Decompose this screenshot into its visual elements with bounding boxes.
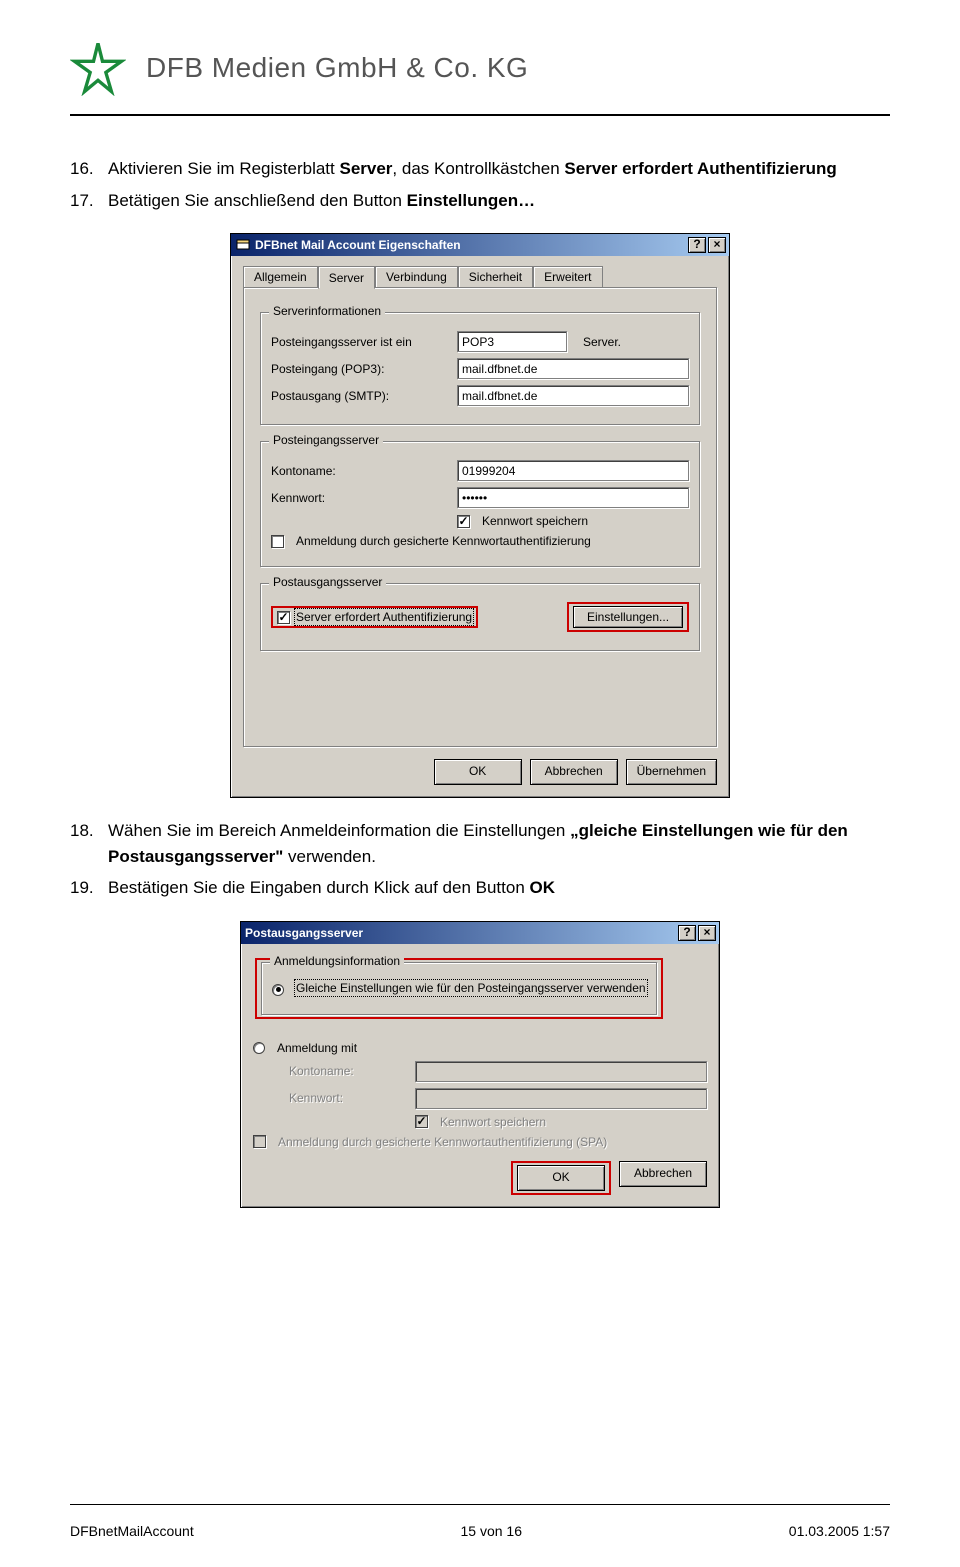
login-with-label: Anmeldung mit [277,1041,357,1055]
label-password: Kennwort: [289,1091,409,1105]
group-incoming: Posteingangsserver Kontoname: 01999204 K… [260,441,700,567]
smtp-input[interactable]: mail.dfbnet.de [457,385,689,406]
account-input-disabled [415,1061,707,1082]
spa-label: Anmeldung durch gesicherte Kennwortauthe… [296,534,591,548]
settings-button[interactable]: Einstellungen... [573,606,683,628]
group-login-info: Anmeldungsinformation Gleiche Einstellun… [261,962,657,1015]
group-legend: Postausgangsserver [269,575,386,589]
header-rule [70,114,890,116]
group-legend: Anmeldungsinformation [270,954,404,968]
titlebar: DFBnet Mail Account Eigenschaften ? × [231,234,729,256]
password-input-disabled [415,1088,707,1109]
tab-verbindung[interactable]: Verbindung [375,266,458,288]
group-serverinfo: Serverinformationen Posteingangsserver i… [260,312,700,425]
settings-button-highlight: Einstellungen... [567,602,689,632]
account-properties-dialog: DFBnet Mail Account Eigenschaften ? × Al… [230,233,730,798]
cancel-button[interactable]: Abbrechen [619,1161,707,1187]
dialog-buttons: OK Abbrechen Übernehmen [243,759,717,785]
step-number: 18. [70,818,108,869]
ok-button-highlight: OK [511,1161,611,1195]
group-legend: Serverinformationen [269,304,385,318]
footer-left: DFBnetMailAccount [70,1523,194,1539]
save-password-label: Kennwort speichern [482,514,588,528]
tab-server[interactable]: Server [318,266,375,289]
dialog-title: Postausgangsserver [245,926,676,940]
same-settings-label: Gleiche Einstellungen wie für den Postei… [296,981,646,995]
footer-center: 15 von 16 [461,1523,523,1539]
step-number: 17. [70,188,108,214]
label-account: Kontoname: [289,1064,409,1078]
step-text: Wähen Sie im Bereich Anmeldeinformation … [108,818,890,869]
dialog-title: DFBnet Mail Account Eigenschaften [255,238,686,252]
login-info-highlight: Anmeldungsinformation Gleiche Einstellun… [255,958,663,1019]
instruction-steps-1: 16. Aktivieren Sie im Registerblatt Serv… [70,156,890,213]
footer-right: 01.03.2005 1:57 [789,1523,890,1539]
dfb-logo-icon [70,40,126,96]
titlebar: Postausgangsserver ? × [241,922,719,944]
tab-panel-server: Serverinformationen Posteingangsserver i… [243,287,717,747]
same-settings-radio[interactable] [272,984,284,996]
ok-button[interactable]: OK [517,1165,605,1191]
app-icon [235,237,251,253]
apply-button[interactable]: Übernehmen [626,759,717,785]
close-button[interactable]: × [698,925,716,941]
close-button[interactable]: × [708,237,726,253]
incoming-type-field: POP3 [457,331,567,352]
label-incoming-is: Posteingangsserver ist ein [271,335,451,349]
help-button[interactable]: ? [678,925,696,941]
step-number: 19. [70,875,108,901]
server-auth-checkbox[interactable] [277,611,290,624]
password-input[interactable]: •••••• [457,487,689,508]
auth-checkbox-highlight: Server erfordert Authentifizierung [271,606,478,628]
server-auth-label: Server erfordert Authentifizierung [296,610,472,624]
step-text: Betätigen Sie anschließend den Button Ei… [108,188,535,214]
dialog-buttons: OK Abbrechen [253,1161,707,1195]
instruction-steps-2: 18. Wähen Sie im Bereich Anmeldeinformat… [70,818,890,901]
spa-checkbox-disabled [253,1135,266,1148]
save-password-label: Kennwort speichern [440,1115,546,1129]
cancel-button[interactable]: Abbrechen [530,759,618,785]
tab-sicherheit[interactable]: Sicherheit [458,266,533,288]
ok-button[interactable]: OK [434,759,522,785]
tab-allgemein[interactable]: Allgemein [243,266,318,288]
step-text: Aktivieren Sie im Registerblatt Server, … [108,156,837,182]
save-password-checkbox-disabled [415,1115,428,1128]
tab-strip: Allgemein Server Verbindung Sicherheit E… [243,266,717,288]
doc-header: DFB Medien GmbH & Co. KG [70,40,890,96]
footer-rule [70,1504,890,1505]
pop3-input[interactable]: mail.dfbnet.de [457,358,689,379]
label-password: Kennwort: [271,491,451,505]
step-number: 16. [70,156,108,182]
account-input[interactable]: 01999204 [457,460,689,481]
tab-erweitert[interactable]: Erweitert [533,266,602,288]
spa-checkbox[interactable] [271,535,284,548]
step-text: Bestätigen Sie die Eingaben durch Klick … [108,875,555,901]
outgoing-server-dialog: Postausgangsserver ? × Anmeldungsinforma… [240,921,720,1208]
label-smtp: Postausgang (SMTP): [271,389,451,403]
login-with-radio[interactable] [253,1042,265,1054]
company-name: DFB Medien GmbH & Co. KG [146,52,528,84]
help-button[interactable]: ? [688,237,706,253]
label-pop3: Posteingang (POP3): [271,362,451,376]
suffix-server: Server. [583,335,621,349]
group-legend: Posteingangsserver [269,433,383,447]
save-password-checkbox[interactable] [457,515,470,528]
group-outgoing: Postausgangsserver Server erfordert Auth… [260,583,700,651]
label-account: Kontoname: [271,464,451,478]
doc-footer: DFBnetMailAccount 15 von 16 01.03.2005 1… [70,1523,890,1539]
spa-label: Anmeldung durch gesicherte Kennwortauthe… [278,1135,607,1149]
